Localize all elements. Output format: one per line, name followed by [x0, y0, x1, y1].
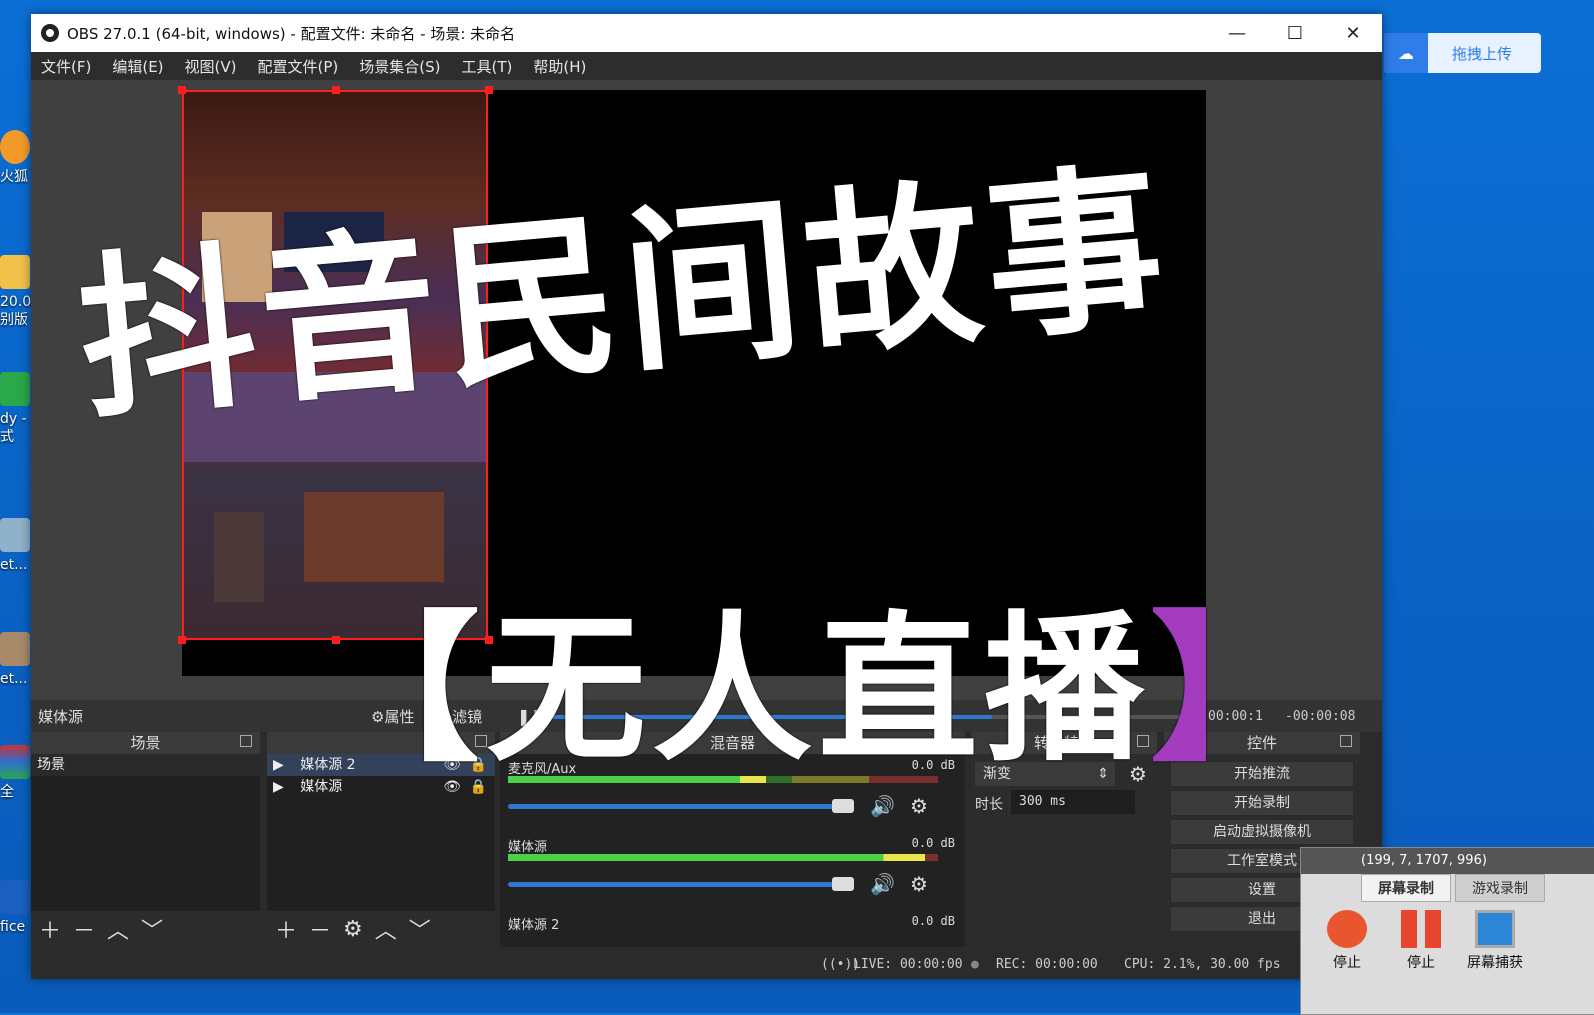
- slider-knob[interactable]: [832, 877, 854, 891]
- recorder-coords: (199, 7, 1707, 996): [1301, 848, 1594, 874]
- desktop-icon-ready[interactable]: dy - 式: [0, 372, 34, 446]
- cpu-status: CPU: 2.1%, 30.00 fps: [1124, 957, 1281, 972]
- app-icon: [0, 518, 30, 552]
- desktop-icon-net2[interactable]: et...: [0, 632, 34, 688]
- move-down-icon[interactable]: ﹀: [141, 913, 163, 945]
- menu-bar: 文件(F) 编辑(E) 视图(V) 配置文件(P) 场景集合(S) 工具(T) …: [31, 52, 1382, 80]
- undock-icon[interactable]: [240, 735, 252, 747]
- list-item[interactable]: 场景: [31, 754, 260, 776]
- desktop-icon-office[interactable]: fice: [0, 880, 34, 936]
- speaker-icon[interactable]: 🔊: [870, 872, 895, 896]
- desktop-icon-app[interactable]: 20.0 别版: [0, 255, 34, 329]
- screen-capture-button[interactable]: 屏幕捕获: [1467, 910, 1523, 972]
- drag-upload-widget[interactable]: ☁ 拖拽上传: [1384, 33, 1541, 73]
- menu-file[interactable]: 文件(F): [41, 56, 91, 77]
- app-icon: [0, 255, 30, 289]
- pause-icon: [1401, 910, 1441, 948]
- menu-tools[interactable]: 工具(T): [461, 56, 512, 77]
- volume-slider[interactable]: [508, 799, 854, 813]
- scenes-dock-title: 场景: [31, 732, 260, 754]
- stop-icon: [1327, 910, 1367, 948]
- firefox-icon: [0, 130, 30, 164]
- resize-handle[interactable]: [332, 86, 340, 94]
- add-scene-icon[interactable]: ＋: [39, 913, 61, 945]
- gear-icon[interactable]: ⚙: [910, 872, 928, 896]
- volume-meter: [508, 854, 938, 861]
- status-bar: ((•)) LIVE: 00:00:00 ● REC: 00:00:00 CPU…: [31, 949, 1382, 979]
- stop-button[interactable]: 停止: [1319, 910, 1375, 972]
- meter-level: [508, 854, 926, 861]
- resize-handle[interactable]: [178, 86, 186, 94]
- duration-label: 时长: [975, 797, 1003, 813]
- office-icon: [0, 880, 30, 914]
- channel-db: 0.0 dB: [911, 836, 955, 850]
- expand-icon[interactable]: ▶: [273, 779, 284, 795]
- resize-handle[interactable]: [485, 86, 493, 94]
- overlay-title-line2: 【无人直播】: [320, 596, 1317, 783]
- window-title: OBS 27.0.1 (64-bit, windows) - 配置文件: 未命名…: [67, 24, 516, 43]
- upload-label: 拖拽上传: [1452, 44, 1513, 63]
- obs-window: OBS 27.0.1 (64-bit, windows) - 配置文件: 未命名…: [31, 14, 1382, 979]
- scenes-list: 场景: [31, 754, 260, 911]
- tab-screen-record[interactable]: 屏幕录制: [1361, 874, 1451, 902]
- monitor-icon: [1475, 910, 1515, 948]
- desktop-icon-firefox[interactable]: 火狐: [0, 130, 34, 186]
- selected-source-label: 媒体源: [38, 707, 84, 726]
- undock-icon[interactable]: [1340, 735, 1352, 747]
- resize-handle[interactable]: [178, 636, 186, 644]
- live-status: LIVE: 00:00:00: [853, 957, 963, 972]
- expand-icon[interactable]: ▶: [273, 757, 284, 773]
- remove-scene-icon[interactable]: －: [73, 913, 95, 945]
- rec-status: REC: 00:00:00: [996, 957, 1098, 972]
- menu-scene-collection[interactable]: 场景集合(S): [359, 56, 440, 77]
- gear-icon[interactable]: ⚙: [343, 917, 363, 942]
- move-down-icon[interactable]: ﹀: [409, 913, 431, 945]
- stove-image: [214, 512, 264, 602]
- menu-view[interactable]: 视图(V): [185, 56, 237, 77]
- move-up-icon[interactable]: ︿: [375, 913, 397, 945]
- remove-source-icon[interactable]: －: [309, 913, 331, 945]
- close-button[interactable]: ✕: [1324, 14, 1382, 52]
- screen-recorder-widget: (199, 7, 1707, 996) 屏幕录制 游戏录制 停止 停止 屏幕捕获: [1300, 847, 1594, 1015]
- channel-db: 0.0 dB: [911, 914, 955, 928]
- channel-name: 媒体源 2: [508, 918, 560, 933]
- gear-icon[interactable]: ⚙: [910, 794, 928, 818]
- pause-stop-button[interactable]: 停止: [1393, 910, 1449, 972]
- app-icon: [0, 745, 30, 779]
- duration-spinbox[interactable]: 300 ms: [1011, 790, 1135, 814]
- speaker-icon[interactable]: 🔊: [870, 794, 895, 818]
- desktop-icon-all[interactable]: 全: [0, 745, 34, 801]
- maximize-button[interactable]: ☐: [1266, 14, 1324, 52]
- menu-help[interactable]: 帮助(H): [533, 56, 586, 77]
- rec-dot-icon: ●: [971, 957, 979, 972]
- table-image: [304, 492, 444, 582]
- tab-game-record[interactable]: 游戏录制: [1455, 874, 1545, 902]
- app-icon: [0, 632, 30, 666]
- scenes-dock: 场景 场景 ＋ － ︿ ﹀: [31, 732, 260, 947]
- volume-slider[interactable]: [508, 877, 854, 891]
- app-icon: [0, 372, 30, 406]
- start-recording-button[interactable]: 开始录制: [1170, 790, 1354, 816]
- start-virtual-camera-button[interactable]: 启动虚拟摄像机: [1170, 819, 1354, 845]
- menu-edit[interactable]: 编辑(E): [112, 56, 163, 77]
- minimize-button[interactable]: —: [1208, 14, 1266, 52]
- menu-profile[interactable]: 配置文件(P): [258, 56, 339, 77]
- cloud-icon: ☁: [1384, 33, 1428, 73]
- channel-name: 媒体源: [508, 840, 548, 855]
- add-source-icon[interactable]: ＋: [275, 913, 297, 945]
- desktop-icon-net[interactable]: et...: [0, 518, 34, 574]
- move-up-icon[interactable]: ︿: [107, 913, 129, 945]
- title-bar[interactable]: OBS 27.0.1 (64-bit, windows) - 配置文件: 未命名…: [31, 14, 1382, 52]
- slider-knob[interactable]: [832, 799, 854, 813]
- obs-logo-icon: [41, 24, 59, 42]
